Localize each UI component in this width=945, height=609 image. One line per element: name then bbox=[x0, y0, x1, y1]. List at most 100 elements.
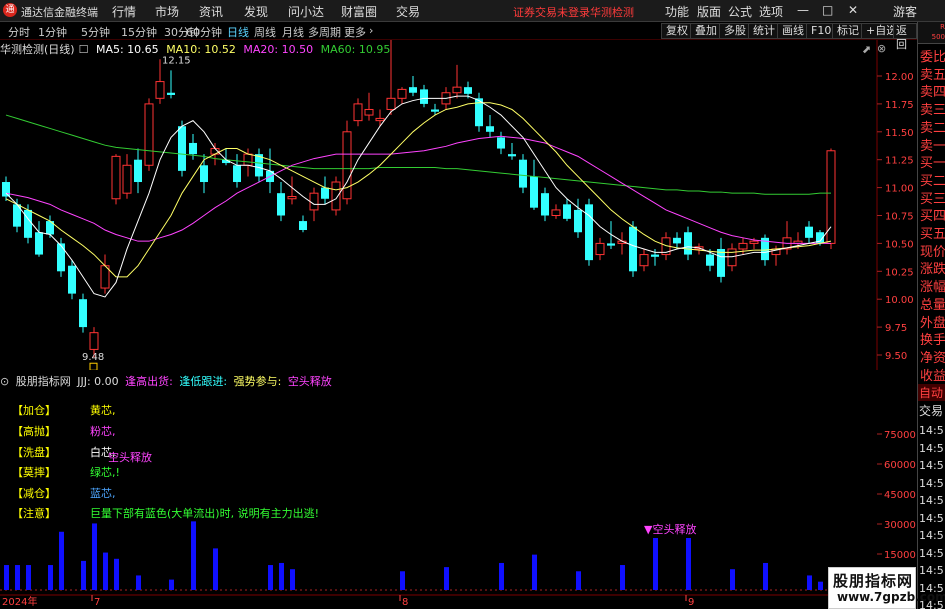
candle-body bbox=[200, 165, 208, 183]
menu-shichang[interactable]: 市场 bbox=[155, 3, 179, 20]
menu-hangqing[interactable]: 行情 bbox=[112, 3, 136, 20]
guest-label[interactable]: 游客 bbox=[893, 3, 917, 20]
price-tick-label: 11.75 bbox=[885, 100, 914, 111]
candle-body bbox=[299, 221, 307, 231]
period-15min[interactable]: 15分钟 bbox=[121, 24, 157, 40]
tick-time: 14:5 bbox=[919, 511, 944, 525]
quote-field-label: 卖四 bbox=[920, 85, 945, 101]
period-monthly[interactable]: 月线 bbox=[282, 24, 304, 40]
volume-bar bbox=[92, 523, 97, 590]
quote-field-label: 涨幅 bbox=[920, 280, 945, 296]
period-weekly[interactable]: 周线 bbox=[254, 24, 276, 40]
candle-body bbox=[717, 248, 725, 277]
tick-time: 14:5 bbox=[919, 494, 944, 507]
text-gaopao: 粉芯, bbox=[90, 425, 116, 438]
maximize-icon[interactable]: □ bbox=[822, 3, 833, 17]
price-tick-label: 9.75 bbox=[885, 323, 907, 334]
low-marker-label: 9.48 bbox=[82, 352, 104, 363]
volume-bar bbox=[59, 531, 64, 590]
period-daily[interactable]: 日线 bbox=[227, 24, 249, 40]
period-1min[interactable]: 1分钟 bbox=[38, 24, 67, 40]
candle-body bbox=[277, 193, 285, 216]
period-fenshi[interactable]: 分时 bbox=[8, 24, 30, 40]
quote-field-label: 卖一 bbox=[920, 138, 945, 154]
volume-bar bbox=[103, 552, 108, 590]
close-icon[interactable]: ✕ bbox=[848, 3, 858, 17]
volume-bar bbox=[191, 521, 196, 590]
price-candles bbox=[2, 40, 836, 358]
menu-banmian[interactable]: 版面 bbox=[697, 3, 721, 20]
candle-body bbox=[122, 164, 132, 194]
menu-gongshi[interactable]: 公式 bbox=[728, 3, 752, 20]
volume-bar bbox=[576, 571, 581, 590]
tab-auto[interactable]: 自动 bbox=[918, 384, 945, 401]
watermark-url: www.7gpzb.com bbox=[837, 590, 945, 604]
text-moshuai: 绿芯,! bbox=[90, 466, 120, 479]
candle-body bbox=[706, 254, 714, 266]
candle-body bbox=[89, 332, 99, 350]
period-5min[interactable]: 5分钟 bbox=[81, 24, 110, 40]
price-tick-label: 12.00 bbox=[885, 72, 914, 83]
menu-gongneng[interactable]: 功能 bbox=[665, 3, 689, 20]
quote-field-label: 委比 bbox=[920, 50, 945, 65]
menu-caifuquan[interactable]: 财富圈 bbox=[341, 3, 377, 20]
price-tick-label: 10.00 bbox=[885, 295, 914, 306]
price-tick-label: 11.50 bbox=[885, 128, 914, 139]
stats-button[interactable]: 统计 bbox=[748, 23, 780, 39]
draw-line-button[interactable]: 画线 bbox=[777, 23, 809, 39]
volume-tick-label: 75000 bbox=[884, 430, 916, 441]
overlay-button[interactable]: 叠加 bbox=[690, 23, 722, 39]
menu-zixun[interactable]: 资讯 bbox=[199, 3, 223, 20]
volume-bar bbox=[279, 562, 284, 590]
tick-time: 14:5 bbox=[919, 564, 944, 577]
high-low-marks: 12.15 9.48 bbox=[82, 55, 191, 370]
month-label: 8 bbox=[402, 597, 408, 607]
candle-body bbox=[464, 87, 472, 94]
volume-bar bbox=[532, 554, 537, 590]
chevron-right-icon[interactable]: › bbox=[369, 24, 373, 37]
tab-trade[interactable]: 交易 bbox=[918, 402, 945, 419]
rp-header[interactable]: R 500 bbox=[918, 22, 945, 44]
multi-stock-button[interactable]: 多股 bbox=[719, 23, 751, 39]
menu-wenxiaoda[interactable]: 问小达 bbox=[288, 3, 324, 20]
volume-bar bbox=[686, 538, 691, 590]
volume-tick-label: 45000 bbox=[884, 490, 916, 501]
menu-faxian[interactable]: 发现 bbox=[244, 3, 268, 20]
indicator-chart[interactable]: 75000 60000 45000 30000 15000 2024年 7 8 9 bbox=[0, 387, 917, 607]
label-gaopao: 【高抛】 bbox=[12, 425, 56, 438]
app-title: 通达信金融终端 bbox=[21, 6, 98, 19]
candle-body bbox=[541, 193, 549, 216]
period-multi[interactable]: 多周期 bbox=[308, 24, 341, 40]
volume-bar bbox=[290, 569, 295, 590]
candle-body bbox=[375, 117, 385, 122]
menu-jiaoyi[interactable]: 交易 bbox=[396, 3, 420, 20]
candle-body bbox=[364, 108, 374, 116]
period-more[interactable]: 更多 bbox=[344, 24, 366, 40]
volume-bar bbox=[114, 558, 119, 590]
volume-bar bbox=[400, 571, 405, 590]
adjust-button[interactable]: 复权 bbox=[661, 23, 693, 39]
volume-bar bbox=[730, 569, 735, 590]
minimize-icon[interactable]: — bbox=[797, 3, 809, 17]
candle-body bbox=[420, 89, 428, 104]
price-tick-label: 10.50 bbox=[885, 239, 914, 250]
menu-xuanxiang[interactable]: 选项 bbox=[759, 3, 783, 20]
candle-body bbox=[243, 153, 253, 166]
quote-field-label: 买五 bbox=[920, 227, 945, 242]
volume-bar bbox=[26, 565, 31, 590]
period-60min[interactable]: 60分钟 bbox=[186, 24, 222, 40]
volume-bar bbox=[620, 565, 625, 590]
mark-button[interactable]: 标记 bbox=[832, 23, 864, 39]
candle-body bbox=[409, 87, 417, 93]
price-chart[interactable]: 12.00 11.75 11.50 11.25 11.00 10.75 10.50 10.25… bbox=[0, 40, 917, 370]
quote-field-label: 买四 bbox=[920, 209, 945, 225]
back-button[interactable]: 返回 bbox=[893, 23, 917, 51]
candle-body bbox=[684, 232, 692, 255]
trade-login-alert[interactable]: 证券交易未登录 bbox=[513, 4, 590, 20]
volume-bar bbox=[653, 538, 658, 590]
tick-time: 14:5 bbox=[919, 476, 944, 490]
volume-bar bbox=[136, 575, 141, 590]
candle-body bbox=[79, 299, 87, 328]
volume-bar bbox=[15, 565, 20, 590]
quote-field-label: 收益 bbox=[920, 368, 945, 384]
